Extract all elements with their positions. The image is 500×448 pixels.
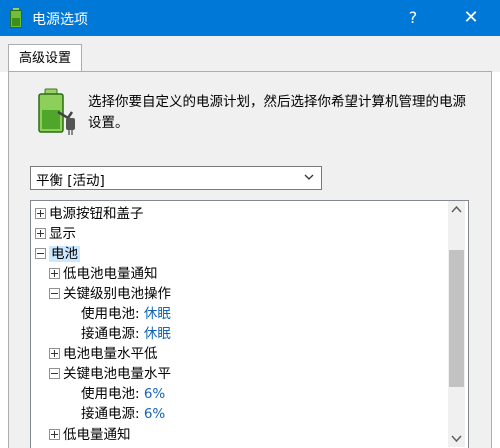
expand-icon[interactable] — [35, 227, 46, 239]
chevron-down-icon — [304, 174, 314, 180]
tree-item-on-battery[interactable]: 使用电池: 6% — [81, 384, 165, 404]
power-plan-select[interactable]: 平衡 [活动] — [30, 166, 322, 190]
close-button[interactable]: ✕ — [448, 0, 494, 36]
expand-icon[interactable] — [49, 428, 60, 440]
power-plan-value: 平衡 [活动] — [36, 173, 105, 189]
tree-item-power-buttons-lid[interactable]: 电源按钮和盖子 — [35, 204, 144, 224]
tree-item-plugged-in[interactable]: 接通电源: 6% — [81, 404, 165, 424]
battery-plug-icon — [38, 88, 75, 135]
collapse-icon[interactable] — [49, 287, 60, 299]
battery-plug-icon — [10, 8, 22, 28]
scrollbar-thumb[interactable] — [449, 250, 464, 387]
settings-tree[interactable]: 电源按钮和盖子 显示 电池 低电池电量通知 关键级别电池操作 使用电池: 休眠 … — [30, 200, 469, 448]
tree-item-critical-battery-action[interactable]: 关键级别电池操作 — [49, 284, 171, 304]
tree-item-low-battery-level[interactable]: 电池电量水平低 — [49, 344, 158, 364]
setting-value[interactable]: 6% — [144, 406, 165, 422]
tree-item-low-battery-notification[interactable]: 低电池电量通知 — [49, 264, 158, 284]
tree-item-battery[interactable]: 电池 — [35, 244, 80, 264]
scroll-up-icon[interactable] — [448, 201, 465, 218]
setting-value[interactable]: 6% — [144, 386, 165, 402]
tree-item-critical-battery-level[interactable]: 关键电池电量水平 — [49, 364, 171, 384]
tab-strip: 高级设置 — [0, 36, 500, 72]
expand-icon[interactable] — [49, 267, 60, 279]
collapse-icon[interactable] — [35, 247, 46, 259]
setting-value[interactable]: 休眠 — [144, 306, 171, 322]
title-bar: 电源选项 ? ✕ — [0, 0, 500, 36]
collapse-icon[interactable] — [49, 367, 60, 379]
tree-item-display[interactable]: 显示 — [35, 224, 76, 244]
help-button[interactable]: ? — [390, 0, 436, 36]
expand-icon[interactable] — [49, 347, 60, 359]
setting-value[interactable]: 休眠 — [144, 326, 171, 342]
tree-item-on-battery[interactable]: 使用电池: 休眠 — [81, 304, 171, 324]
scroll-down-icon[interactable] — [448, 430, 465, 447]
vertical-scrollbar[interactable] — [448, 201, 465, 447]
description-text: 选择你要自定义的电源计划，然后选择你希望计算机管理的电源设置。 — [88, 94, 466, 131]
tree-item-plugged-in[interactable]: 接通电源: 休眠 — [81, 324, 171, 344]
tab-advanced-settings[interactable]: 高级设置 — [8, 44, 82, 72]
tree-item-low-battery-notify[interactable]: 低电量通知 — [49, 425, 131, 445]
window-title: 电源选项 — [32, 12, 88, 28]
expand-icon[interactable] — [35, 207, 46, 219]
